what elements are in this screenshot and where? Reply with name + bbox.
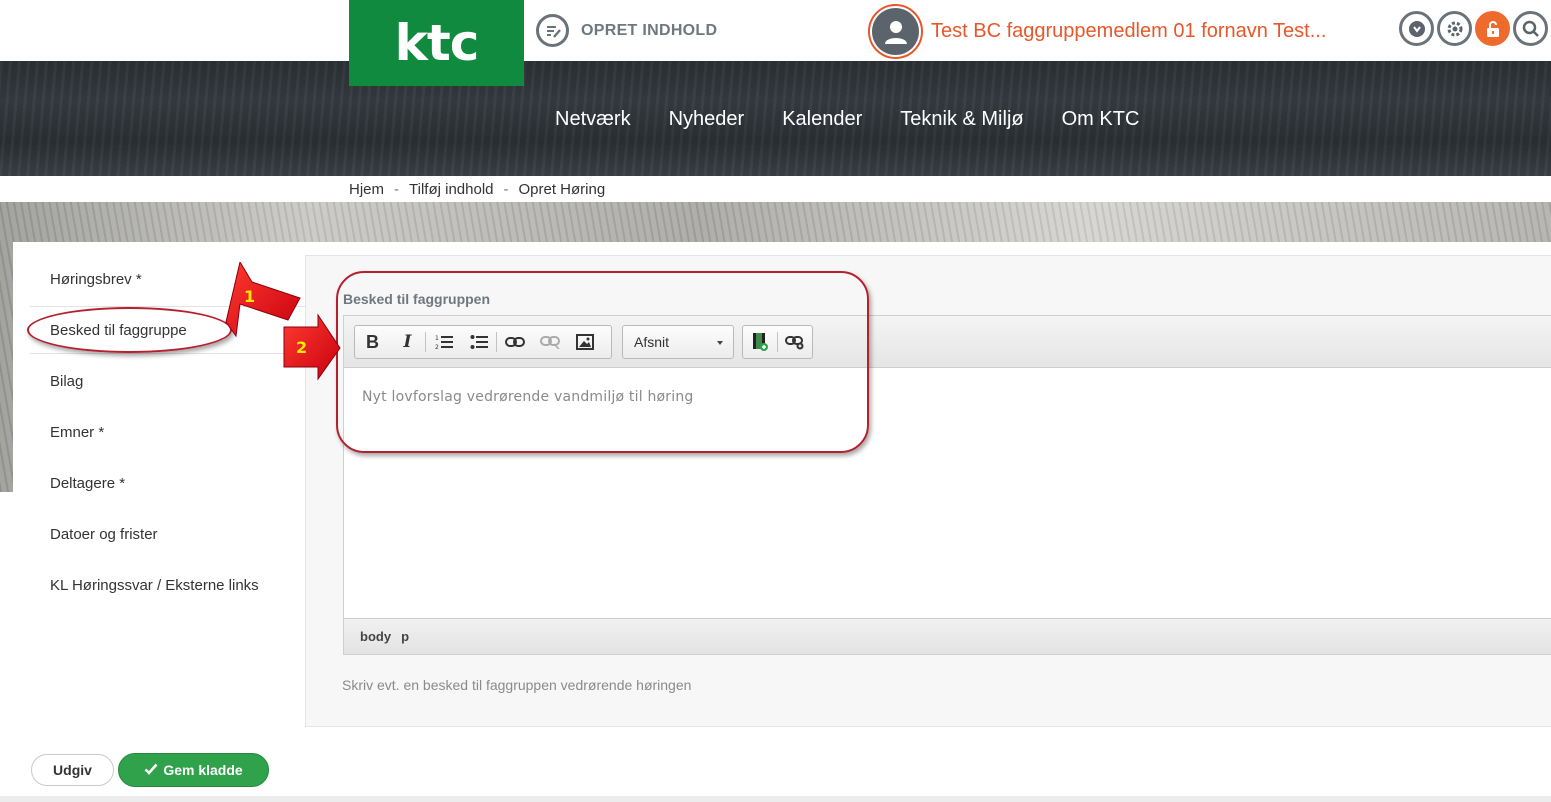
breadcrumb-current: Opret Høring	[518, 181, 606, 198]
download-icon[interactable]	[1399, 11, 1434, 46]
breadcrumb-home[interactable]: Hjem	[349, 181, 384, 198]
create-content-icon	[536, 14, 569, 47]
main-nav: Netværk Nyheder Kalender Teknik & Miljø …	[555, 108, 1139, 131]
nav-item-om-ktc[interactable]: Om KTC	[1062, 108, 1140, 131]
user-icon	[884, 20, 907, 44]
sidebar-item-emner[interactable]: Emner *	[50, 424, 104, 441]
breadcrumb-separator: -	[394, 181, 400, 198]
status-path-p[interactable]: p	[401, 629, 409, 644]
user-menu[interactable]: Test BC faggruppemedlem 01 fornavn Test.…	[868, 4, 1326, 59]
sidebar-item-deltagere[interactable]: Deltagere *	[50, 475, 125, 492]
nav-item-nyheder[interactable]: Nyheder	[669, 108, 745, 131]
create-content-label: OPRET INDHOLD	[581, 21, 718, 39]
sidebar-item-kl-horingssvar[interactable]: KL Høringssvar / Eksterne links	[50, 577, 259, 594]
ktc-logo[interactable]: ktc	[349, 0, 524, 86]
annotation-number-1: 1	[244, 287, 256, 306]
create-content-link[interactable]: OPRET INDHOLD	[536, 14, 717, 47]
unlock-icon[interactable]	[1475, 11, 1510, 46]
sidebar-item-datoer[interactable]: Datoer og frister	[50, 526, 158, 543]
nav-item-teknik-miljo[interactable]: Teknik & Miljø	[900, 108, 1023, 131]
nav-item-netvaerk[interactable]: Netværk	[555, 108, 631, 131]
header-icon-group	[1399, 11, 1548, 46]
save-draft-label: Gem kladde	[163, 762, 243, 778]
annotation-number-2: 2	[296, 338, 308, 357]
sidebar-item-horingsbrev[interactable]: Høringsbrev *	[50, 271, 142, 288]
annotation-arrow-2	[283, 313, 341, 381]
publish-button[interactable]: Udgiv	[31, 754, 114, 786]
breadcrumb-add-content[interactable]: Tilføj indhold	[409, 181, 493, 198]
help-text: Skriv evt. en besked til faggruppen vedr…	[342, 677, 692, 693]
annotation-highlight-editor	[336, 271, 869, 453]
status-path-body[interactable]: body	[360, 629, 391, 644]
footer-strip	[0, 796, 1551, 802]
check-icon	[144, 762, 158, 778]
breadcrumb-separator: -	[503, 181, 509, 198]
nav-item-kalender[interactable]: Kalender	[782, 108, 862, 131]
breadcrumb: Hjem - Tilføj indhold - Opret Høring	[349, 181, 605, 198]
user-name[interactable]: Test BC faggruppemedlem 01 fornavn Test.…	[931, 20, 1326, 43]
sidebar-item-bilag[interactable]: Bilag	[50, 373, 83, 390]
search-icon[interactable]	[1513, 11, 1548, 46]
editor-statusbar: body p	[344, 618, 1551, 654]
avatar[interactable]	[868, 4, 923, 59]
save-draft-button[interactable]: Gem kladde	[118, 753, 269, 787]
gear-icon[interactable]	[1437, 11, 1472, 46]
annotation-highlight-sidebar	[27, 307, 232, 353]
